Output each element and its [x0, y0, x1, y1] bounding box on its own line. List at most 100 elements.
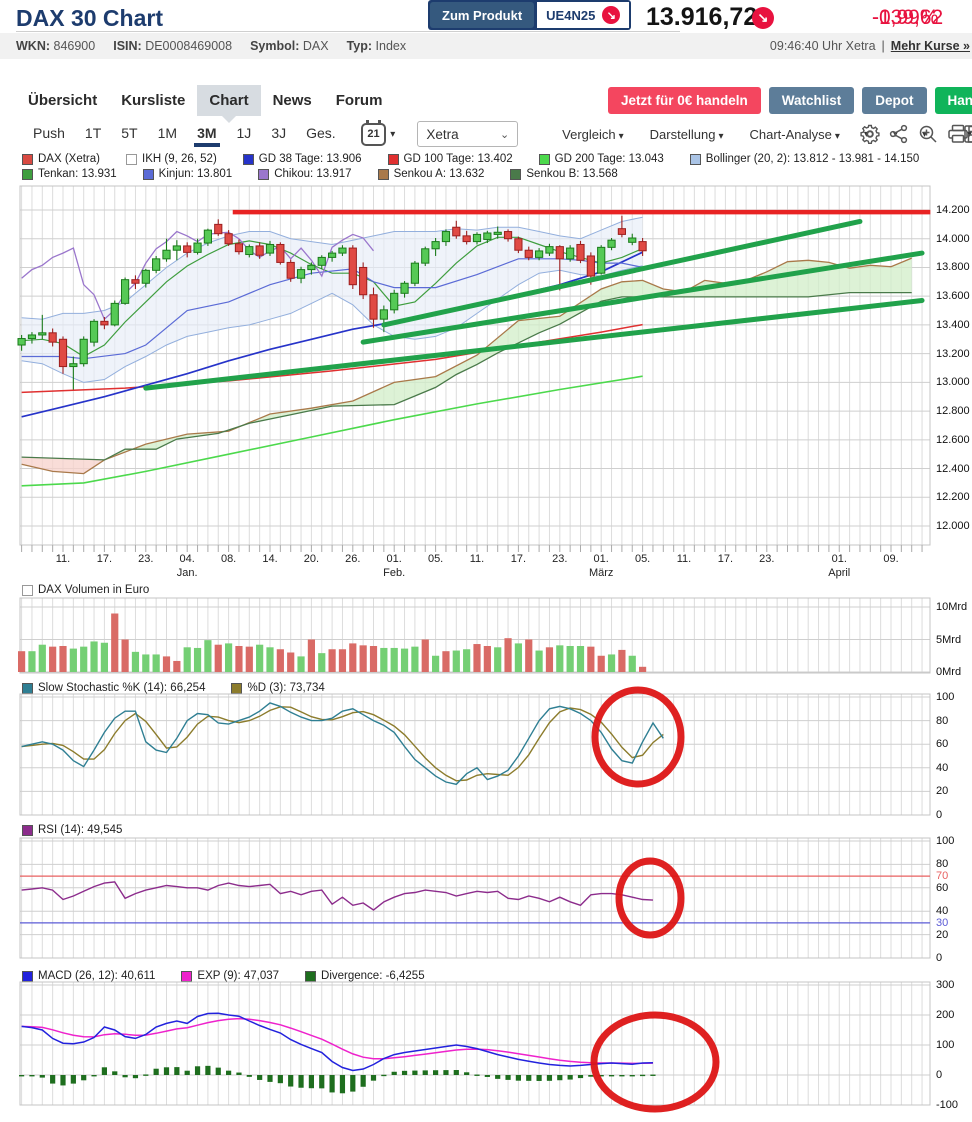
tab-kursliste[interactable]: Kursliste — [109, 85, 197, 116]
range-5t[interactable]: 5T — [118, 121, 140, 147]
exchange-value: Xetra — [426, 127, 458, 142]
range-3m[interactable]: 3M — [194, 121, 219, 147]
type-value: Index — [376, 39, 407, 53]
title-divider — [16, 31, 680, 32]
legend-label: DAX (Xetra) — [38, 153, 100, 165]
legend-item: Bollinger (20, 2): 13.812 - 13.981 - 14.… — [690, 153, 920, 165]
macd-legend: MACD (26, 12): 40,611EXP (9): 47,037Dive… — [22, 970, 451, 982]
chevron-down-icon[interactable]: ▾ — [390, 129, 395, 140]
section-nav: ÜbersichtKurslisteChartNewsForum Jetzt f… — [0, 84, 972, 116]
y-axis-label: 0Mrd — [936, 666, 961, 678]
legend-label: DAX Volumen in Euro — [38, 584, 149, 596]
y-axis-label: 13.800 — [936, 261, 970, 273]
range-push[interactable]: Push — [30, 121, 68, 147]
legend-swatch — [539, 154, 550, 165]
zum-produkt-button[interactable]: Zum Produkt — [430, 2, 534, 28]
tab-forum[interactable]: Forum — [324, 85, 395, 116]
range-3j[interactable]: 3J — [268, 121, 289, 147]
legend-swatch — [690, 154, 701, 165]
symbol-label: Symbol: — [250, 39, 299, 53]
y-axis-label: 40 — [936, 762, 948, 774]
symbol-value: DAX — [303, 39, 329, 53]
jetzt-f-r-0-handeln-button[interactable]: Jetzt für 0€ handeln — [608, 87, 761, 114]
legend-label: GD 200 Tage: 13.043 — [555, 153, 664, 165]
main-chart-svg — [20, 186, 932, 554]
legend-label: %D (3): 73,734 — [247, 682, 324, 694]
x-axis-day-label: 05. — [635, 553, 650, 565]
handeln-button[interactable]: Handeln — [935, 87, 972, 114]
legend-swatch — [258, 169, 269, 180]
tab-chart[interactable]: Chart — [197, 85, 260, 116]
legend-swatch — [22, 683, 33, 694]
x-axis-day-label: 20. — [304, 553, 319, 565]
legend-label: Senkou A: 13.632 — [394, 168, 485, 180]
watchlist-button[interactable]: Watchlist — [769, 87, 855, 114]
x-axis-day-label: 11. — [56, 553, 70, 565]
isin-label: ISIN: — [113, 39, 141, 53]
y-axis-label: 10Mrd — [936, 601, 967, 613]
x-axis-day-label: 23. — [552, 553, 567, 565]
x-axis-day-label: 04. — [180, 553, 195, 565]
y-axis-label: 5Mrd — [936, 634, 961, 646]
range-1m[interactable]: 1M — [155, 121, 180, 147]
x-axis-day-label: 17. — [97, 553, 112, 565]
legend-item: Tenkan: 13.931 — [22, 168, 117, 180]
legend-swatch — [22, 154, 33, 165]
legend-label: MACD (26, 12): 40,611 — [38, 970, 155, 982]
y-axis-label: 20 — [936, 929, 948, 941]
legend-swatch — [231, 683, 242, 694]
legend-item: Divergence: -6,4255 — [305, 970, 425, 982]
legend-label: GD 100 Tage: 13.402 — [404, 153, 513, 165]
legend-label: Tenkan: 13.931 — [38, 168, 117, 180]
depot-button[interactable]: Depot — [862, 87, 926, 114]
y-axis-label: 13.400 — [936, 319, 970, 331]
volume-legend: DAX Volumen in Euro — [22, 584, 175, 596]
y-axis-label: 70 — [936, 870, 948, 882]
legend-swatch — [126, 154, 137, 165]
tab-übersicht[interactable]: Übersicht — [16, 85, 109, 116]
y-axis-label: 14.200 — [936, 204, 970, 216]
range-1j[interactable]: 1J — [234, 121, 255, 147]
volume-chart-svg — [20, 598, 932, 675]
y-axis-label: 12.000 — [936, 520, 970, 532]
x-axis-day-label: 23. — [759, 553, 774, 565]
legend-swatch — [181, 971, 192, 982]
divider: | — [882, 39, 885, 53]
legend-swatch — [22, 971, 33, 982]
type-label: Typ: — [347, 39, 372, 53]
x-axis-day-label: 01. — [832, 553, 847, 565]
x-axis-month-label: März — [589, 567, 613, 579]
legend-item: GD 100 Tage: 13.402 — [388, 153, 513, 165]
y-axis-label: 40 — [936, 905, 948, 917]
exchange-select[interactable]: Xetra ⌄ — [417, 121, 518, 147]
menu-darstellung[interactable]: Darstellung▾ — [650, 127, 724, 142]
legend-item: Slow Stochastic %K (14): 66,254 — [22, 682, 205, 694]
legend-label: Slow Stochastic %K (14): 66,254 — [38, 682, 205, 694]
legend-swatch — [143, 169, 154, 180]
tab-news[interactable]: News — [261, 85, 324, 116]
y-axis-label: 13.200 — [936, 348, 970, 360]
arrow-down-right-icon: ↘ — [602, 6, 620, 24]
legend-label: RSI (14): 49,545 — [38, 824, 122, 836]
y-axis-label: 13.000 — [936, 376, 970, 388]
mehr-kurse-link[interactable]: Mehr Kurse » — [891, 39, 970, 53]
chevron-down-icon: ▾ — [619, 131, 624, 142]
menu-vergleich[interactable]: Vergleich▾ — [562, 127, 624, 142]
legend-item: RSI (14): 49,545 — [22, 824, 122, 836]
y-axis-label: 13.600 — [936, 290, 970, 302]
calendar-icon[interactable]: 21 — [361, 123, 387, 146]
range-1t[interactable]: 1T — [82, 121, 104, 147]
rsi-chart-svg — [20, 838, 932, 960]
main-legend-row2: Tenkan: 13.931Kinjun: 13.801Chikou: 13.9… — [22, 168, 644, 180]
legend-swatch — [22, 585, 33, 596]
chevron-down-icon: ⌄ — [500, 128, 509, 141]
range-ges[interactable]: Ges. — [303, 121, 339, 147]
menu-chart-analyse[interactable]: Chart-Analyse▾ — [749, 127, 839, 142]
legend-item: GD 200 Tage: 13.043 — [539, 153, 664, 165]
current-price: 13.916,72 — [646, 3, 757, 32]
legend-label: IKH (9, 26, 52) — [142, 153, 217, 165]
product-code-box[interactable]: UE4N25 ↘ — [537, 2, 629, 28]
legend-item: Senkou B: 13.568 — [510, 168, 617, 180]
y-axis-label: 12.400 — [936, 463, 970, 475]
y-axis-label: 0 — [936, 1069, 942, 1081]
